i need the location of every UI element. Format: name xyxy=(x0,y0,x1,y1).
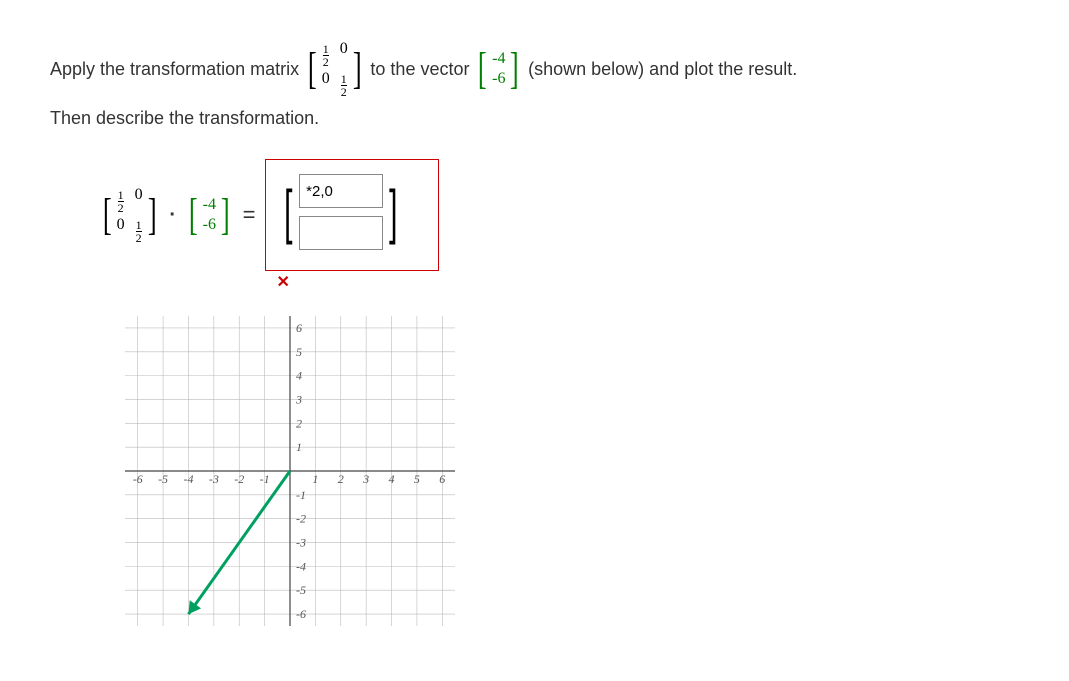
input-vector: [ -4 -6 ] xyxy=(475,47,522,91)
svg-text:1: 1 xyxy=(312,472,318,486)
svg-text:-2: -2 xyxy=(296,512,306,526)
eq-vector: [ -4 -6 ] xyxy=(186,193,233,237)
svg-text:-1: -1 xyxy=(260,472,270,486)
result-input-1[interactable] xyxy=(299,174,383,208)
svg-text:-6: -6 xyxy=(296,607,306,621)
svg-text:1: 1 xyxy=(296,440,302,454)
svg-text:2: 2 xyxy=(296,416,302,430)
dot-operator: · xyxy=(169,204,176,227)
coordinate-graph[interactable]: -6 -5 -4 -3 -2 -1 1 2 3 4 5 6 -6 -5 -4 -3 -2 -1 1 2 3 4 5 6 xyxy=(110,301,470,641)
svg-text:-5: -5 xyxy=(296,583,306,597)
svg-text:-5: -5 xyxy=(158,472,168,486)
svg-text:-4: -4 xyxy=(296,559,306,573)
question-part3: (shown below) and plot the result. xyxy=(528,59,797,80)
question-part2: to the vector xyxy=(370,59,469,80)
svg-text:3: 3 xyxy=(362,472,369,486)
svg-text:-2: -2 xyxy=(234,472,244,486)
svg-text:2: 2 xyxy=(338,472,344,486)
svg-text:5: 5 xyxy=(296,345,302,359)
svg-text:-4: -4 xyxy=(183,472,193,486)
svg-text:3: 3 xyxy=(295,392,302,406)
svg-text:4: 4 xyxy=(389,472,395,486)
svg-text:6: 6 xyxy=(439,472,445,486)
svg-text:5: 5 xyxy=(414,472,420,486)
question-line-2: Then describe the transformation. xyxy=(50,108,1019,129)
svg-text:6: 6 xyxy=(296,321,302,335)
equals-sign: = xyxy=(243,202,256,228)
eq-matrix-a: [ 12 0 0 12 ] xyxy=(100,186,159,244)
svg-text:4: 4 xyxy=(296,369,302,383)
result-box: [ ] ✕ xyxy=(265,159,438,271)
svg-text:-3: -3 xyxy=(209,472,219,486)
svg-text:-6: -6 xyxy=(133,472,143,486)
result-input-2[interactable] xyxy=(299,216,383,250)
question-line-1: Apply the transformation matrix [ 12 0 0… xyxy=(50,40,1019,98)
transform-matrix: [ 12 0 0 12 ] xyxy=(305,40,364,98)
svg-text:-3: -3 xyxy=(296,536,306,550)
equation-row: [ 12 0 0 12 ] · [ -4 -6 ] = [ ] ✕ xyxy=(100,159,1019,271)
wrong-icon: ✕ xyxy=(276,272,289,292)
svg-text:-1: -1 xyxy=(296,488,306,502)
question-part1: Apply the transformation matrix xyxy=(50,59,299,80)
